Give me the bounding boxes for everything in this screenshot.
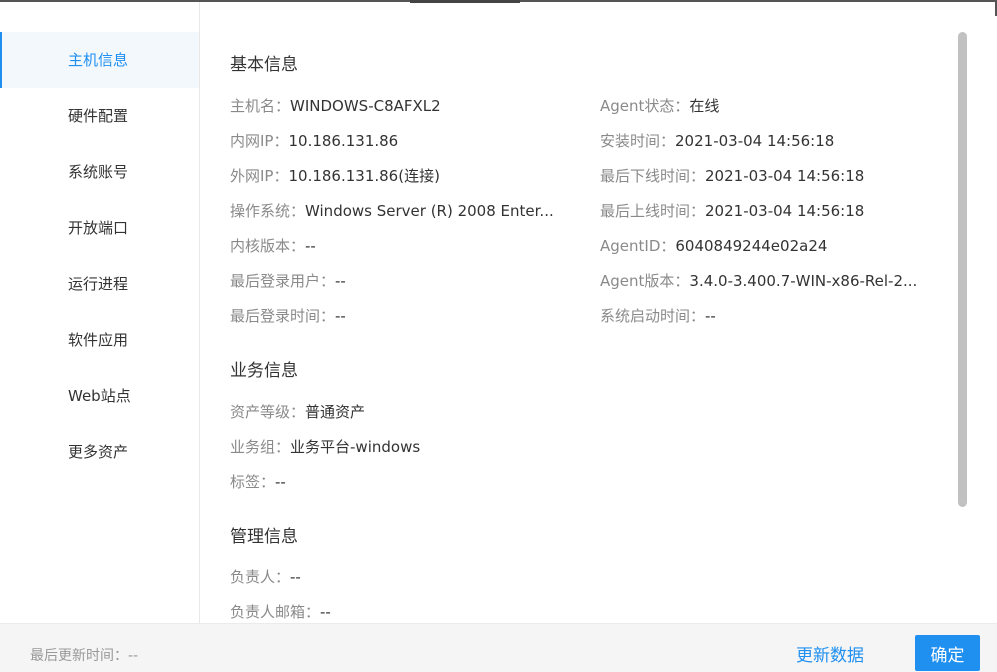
info-row-boot-time: 系统启动时间：-- xyxy=(600,306,935,326)
info-value: WINDOWS-C8AFXL2 xyxy=(290,97,441,115)
dialog-footer: 最后更新时间：-- 更新数据 确定 xyxy=(0,623,997,672)
info-key: 业务组： xyxy=(230,438,291,456)
info-value: 6040849244e02a24 xyxy=(675,237,828,255)
info-row-agent-version: Agent版本：3.4.0-3.400.7-WIN-x86-Rel-2... xyxy=(600,271,935,291)
info-value: -- xyxy=(275,473,286,491)
asset-detail-dialog: 主机信息 硬件配置 系统账号 开放端口 运行进程 软件应用 Web站点 更多资产… xyxy=(0,0,997,672)
info-key: 最后上线时间： xyxy=(600,202,706,220)
info-key: 外网IP： xyxy=(230,167,289,185)
sidebar-item-software[interactable]: 软件应用 xyxy=(0,312,199,368)
info-key: 操作系统： xyxy=(230,202,306,220)
info-key: 最后登录用户： xyxy=(230,272,336,290)
info-row-os: 操作系统：Windows Server (R) 2008 Enter... xyxy=(230,201,575,221)
sidebar-item-processes[interactable]: 运行进程 xyxy=(0,256,199,312)
info-row-agent-id: AgentID：6040849244e02a24 xyxy=(600,236,935,256)
info-row-last-offline: 最后下线时间：2021-03-04 14:56:18 xyxy=(600,166,935,186)
info-value: 2021-03-04 14:56:18 xyxy=(705,202,865,220)
info-row-kernel: 内核版本：-- xyxy=(230,236,575,256)
info-value: 在线 xyxy=(689,97,720,115)
info-key: 最后登录时间： xyxy=(230,307,336,325)
info-value: 2021-03-04 14:56:18 xyxy=(675,132,835,150)
info-row-last-login-time: 最后登录时间：-- xyxy=(230,306,575,326)
sidebar-item-host-info[interactable]: 主机信息 xyxy=(0,32,199,88)
info-key: AgentID： xyxy=(600,237,676,255)
info-row-owner: 负责人：-- xyxy=(230,567,575,587)
info-key: 内核版本： xyxy=(230,237,306,255)
info-row-business-group: 业务组：业务平台-windows xyxy=(230,437,575,457)
info-row-last-login-user: 最后登录用户：-- xyxy=(230,271,575,291)
info-row-asset-level: 资产等级：普通资产 xyxy=(230,402,575,422)
info-value: -- xyxy=(335,307,346,325)
info-row-hostname: 主机名：WINDOWS-C8AFXL2 xyxy=(230,96,575,116)
section-title-basic: 基本信息 xyxy=(230,55,298,75)
info-value: 2021-03-04 14:56:18 xyxy=(705,167,865,185)
info-row-tags: 标签：-- xyxy=(230,472,575,492)
section-title-business: 业务信息 xyxy=(230,361,298,381)
info-value: -- xyxy=(335,272,346,290)
info-value: -- xyxy=(290,568,301,586)
content-scrollbar[interactable] xyxy=(958,32,967,507)
info-value: -- xyxy=(305,237,316,255)
info-key: 负责人邮箱： xyxy=(230,603,321,621)
info-row-owner-email: 负责人邮箱：-- xyxy=(230,602,575,622)
sidebar: 主机信息 硬件配置 系统账号 开放端口 运行进程 软件应用 Web站点 更多资产 xyxy=(0,2,200,623)
info-row-last-online: 最后上线时间：2021-03-04 14:56:18 xyxy=(600,201,935,221)
info-row-agent-status: Agent状态：在线 xyxy=(600,96,935,116)
info-value: 业务平台-windows xyxy=(290,438,421,456)
info-value: 10.186.131.86 xyxy=(288,132,399,150)
main-content: 基本信息 主机名：WINDOWS-C8AFXL2 内网IP：10.186.131… xyxy=(201,2,997,623)
info-key: 系统启动时间： xyxy=(600,307,706,325)
info-value: 普通资产 xyxy=(305,403,366,421)
last-update-time: 最后更新时间：-- xyxy=(30,648,139,664)
sidebar-item-more-assets[interactable]: 更多资产 xyxy=(0,424,199,480)
info-value: -- xyxy=(320,603,331,621)
info-key: 内网IP： xyxy=(230,132,289,150)
refresh-data-button[interactable]: 更新数据 xyxy=(796,641,864,666)
sidebar-item-web-sites[interactable]: Web站点 xyxy=(0,368,199,424)
info-value: 10.186.131.86(连接) xyxy=(288,167,440,185)
sidebar-item-open-ports[interactable]: 开放端口 xyxy=(0,200,199,256)
info-value: 3.4.0-3.400.7-WIN-x86-Rel-2... xyxy=(689,272,918,290)
info-key: 安装时间： xyxy=(600,132,676,150)
info-key: Agent版本： xyxy=(600,272,690,290)
info-key: 负责人： xyxy=(230,568,291,586)
sidebar-item-hardware[interactable]: 硬件配置 xyxy=(0,88,199,144)
info-key: 资产等级： xyxy=(230,403,306,421)
info-key: 最后下线时间： xyxy=(600,167,706,185)
info-row-install-time: 安装时间：2021-03-04 14:56:18 xyxy=(600,131,935,151)
section-title-management: 管理信息 xyxy=(230,527,298,547)
sidebar-item-system-accounts[interactable]: 系统账号 xyxy=(0,144,199,200)
info-key: 主机名： xyxy=(230,97,291,115)
info-row-external-ip: 外网IP：10.186.131.86(连接) xyxy=(230,166,575,186)
info-value: -- xyxy=(705,307,716,325)
info-key: Agent状态： xyxy=(600,97,690,115)
info-key: 标签： xyxy=(230,473,276,491)
ok-button[interactable]: 确定 xyxy=(915,635,980,671)
info-value: Windows Server (R) 2008 Enter... xyxy=(305,202,554,220)
info-row-internal-ip: 内网IP：10.186.131.86 xyxy=(230,131,575,151)
